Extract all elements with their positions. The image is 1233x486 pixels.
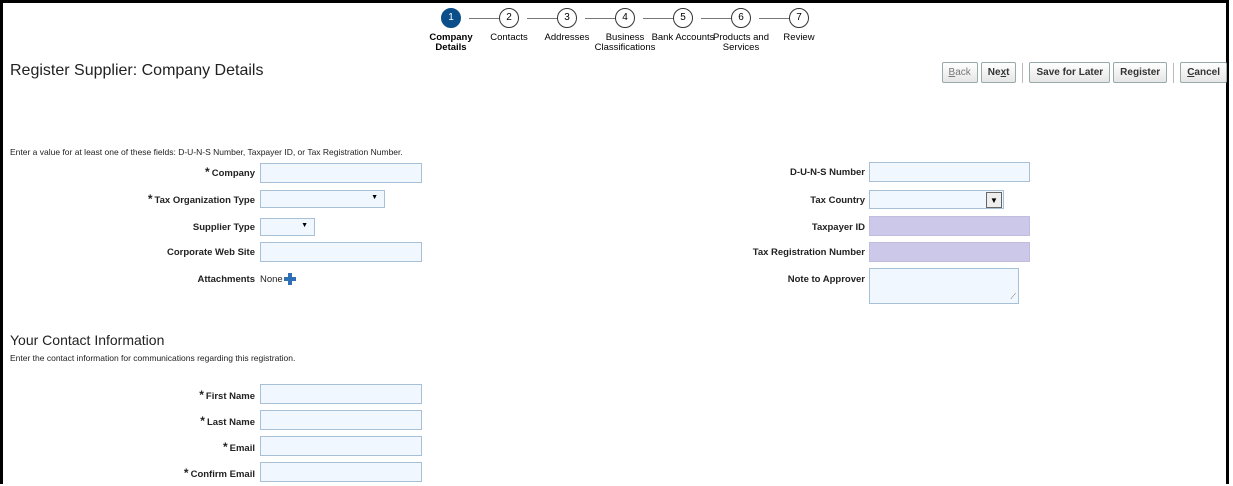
step-label: Details (435, 42, 467, 53)
step-number: 2 (499, 8, 519, 28)
toolbar-divider (1173, 62, 1175, 83)
down-triangle-icon: ▼ (371, 194, 378, 201)
email-label: * Email (222, 440, 255, 454)
contact-section-title: Your Contact Information (10, 332, 165, 348)
register-button[interactable]: Register (1113, 62, 1168, 83)
step-number: 4 (615, 8, 635, 28)
company-info-text: Enter a value for at least one of these … (10, 147, 403, 157)
first-name-label: * First Name (199, 388, 255, 402)
attachments-value: None (260, 274, 283, 285)
company-label: * Company (205, 165, 255, 179)
step-label: Review (783, 32, 815, 43)
company-input[interactable] (260, 163, 422, 183)
action-toolbar: Back Next Save for Later Register Cancel (939, 62, 1227, 83)
toolbar-divider (1022, 62, 1024, 83)
resize-handle-icon[interactable]: ⟋ (1010, 292, 1016, 302)
email-input[interactable] (260, 436, 422, 456)
step-label: Contacts (490, 32, 528, 43)
step-label: Services (722, 42, 760, 53)
corporate-web-site-label: Corporate Web Site (167, 247, 255, 258)
tax-country-select[interactable]: ▼ (869, 190, 1004, 209)
down-triangle-icon[interactable]: ▼ (986, 192, 1002, 208)
corporate-web-site-input[interactable] (260, 242, 422, 262)
tax-registration-number-input[interactable] (869, 242, 1030, 262)
train-step-review[interactable]: 7 Review (764, 8, 834, 43)
last-name-label: * Last Name (200, 414, 255, 428)
save-for-later-button[interactable]: Save for Later (1029, 62, 1111, 83)
back-button[interactable]: Back (941, 62, 978, 83)
duns-number-label: D-U-N-S Number (790, 167, 865, 178)
confirm-email-label: * Confirm Email (183, 466, 255, 480)
attachments-label: Attachments (197, 274, 255, 285)
duns-number-input[interactable] (869, 162, 1030, 182)
next-button[interactable]: Next (980, 62, 1017, 83)
step-label: Addresses (544, 32, 590, 43)
contact-info-text: Enter the contact information for commun… (10, 353, 296, 363)
tax-organization-type-select[interactable]: ▼ (260, 190, 385, 208)
note-to-approver-label: Note to Approver (787, 274, 865, 285)
step-number: 3 (557, 8, 577, 28)
taxpayer-id-label: Taxpayer ID (811, 222, 865, 233)
step-label: Classifications (594, 42, 656, 53)
cancel-button[interactable]: Cancel (1180, 62, 1227, 83)
tax-organization-type-label: * Tax Organization Type (147, 192, 255, 206)
tax-registration-number-label: Tax Registration Number (752, 247, 865, 258)
step-number: 7 (789, 8, 809, 28)
first-name-input[interactable] (260, 384, 422, 404)
supplier-type-select[interactable]: ▼ (260, 218, 315, 236)
confirm-email-input[interactable] (260, 462, 422, 482)
taxpayer-id-input[interactable] (869, 216, 1030, 236)
supplier-type-label: Supplier Type (192, 222, 255, 233)
plus-icon[interactable] (284, 273, 296, 285)
down-triangle-icon: ▼ (301, 222, 308, 229)
page-title: Register Supplier: Company Details (10, 62, 264, 79)
last-name-input[interactable] (260, 410, 422, 430)
step-number: 1 (441, 8, 461, 28)
step-label: Bank Accounts (651, 32, 715, 43)
step-number: 6 (731, 8, 751, 28)
step-number: 5 (673, 8, 693, 28)
tax-country-label: Tax Country (810, 195, 865, 206)
note-to-approver-textarea[interactable]: ⟋ (869, 268, 1019, 304)
